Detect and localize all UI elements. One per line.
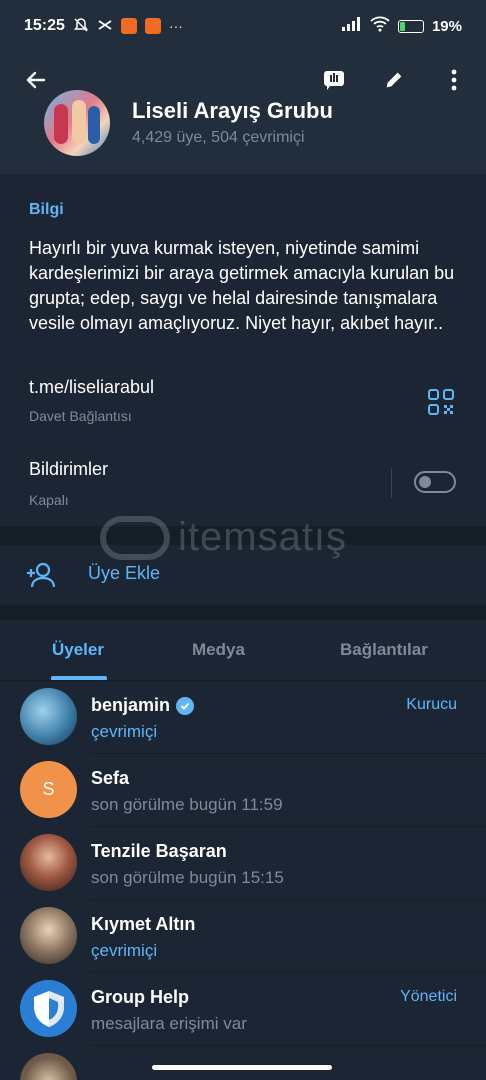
member-name: Group Help bbox=[91, 987, 189, 1007]
tab-members[interactable]: Üyeler bbox=[52, 640, 104, 660]
add-user-icon bbox=[27, 562, 56, 588]
watermark-text: itemsatış bbox=[178, 515, 348, 559]
more-notifications-icon: ··· bbox=[168, 18, 183, 34]
signal-icon bbox=[341, 17, 362, 35]
voice-chat-button[interactable] bbox=[316, 62, 352, 98]
tab-media[interactable]: Medya bbox=[192, 640, 245, 660]
member-name: Sefa bbox=[91, 768, 130, 788]
avatar bbox=[20, 688, 77, 745]
battery-percent: 19% bbox=[431, 17, 462, 35]
avatar bbox=[20, 834, 77, 891]
more-menu-button[interactable] bbox=[436, 62, 472, 98]
status-time: 15:25 bbox=[24, 17, 65, 34]
group-avatar[interactable] bbox=[44, 90, 110, 156]
invite-link-label: Davet Bağlantısı bbox=[29, 408, 132, 424]
verified-badge-icon bbox=[176, 696, 195, 715]
capcut-icon bbox=[97, 17, 113, 36]
member-list: benjamin çevrimiçi Kurucu S Sefa son gör… bbox=[0, 681, 486, 1080]
qr-code-icon bbox=[428, 389, 454, 415]
member-row[interactable]: Tenzile Başaran son görülme bugün 15:15 bbox=[0, 827, 486, 900]
section-divider bbox=[0, 605, 486, 620]
member-role-badge: Kurucu bbox=[406, 696, 457, 713]
watermark-logo-icon bbox=[100, 515, 170, 560]
more-vertical-icon bbox=[451, 69, 457, 91]
tab-bar: Üyeler Medya Bağlantılar bbox=[0, 620, 486, 680]
notifications-label[interactable]: Bildirimler bbox=[29, 459, 108, 480]
add-member-label: Üye Ekle bbox=[88, 563, 161, 583]
member-row[interactable]: Group Help mesajlara erişimi var Yönetic… bbox=[0, 973, 486, 1046]
pencil-icon bbox=[386, 72, 402, 88]
avatar bbox=[20, 907, 77, 964]
mute-bell-icon bbox=[73, 17, 89, 36]
watermark: itemsatış bbox=[100, 515, 347, 560]
member-row[interactable] bbox=[0, 1046, 486, 1080]
member-name: benjamin bbox=[91, 695, 171, 715]
info-section-label: Bilgi bbox=[29, 201, 64, 218]
notifications-status: Kapalı bbox=[29, 492, 69, 508]
member-status: mesajlara erişimi var bbox=[91, 1014, 247, 1033]
group-title: Liseli Arayış Grubu bbox=[132, 98, 333, 123]
member-status: son görülme bugün 15:15 bbox=[91, 868, 284, 887]
tab-links[interactable]: Bağlantılar bbox=[340, 640, 428, 660]
home-indicator[interactable] bbox=[152, 1065, 332, 1070]
member-status: çevrimiçi bbox=[91, 722, 158, 741]
member-row[interactable]: Kıymet Altın çevrimiçi bbox=[0, 900, 486, 973]
shopping-app-icon bbox=[144, 18, 161, 34]
avatar bbox=[20, 1053, 77, 1080]
info-section: Bilgi Hayırlı bir yuva kurmak isteyen, n… bbox=[0, 174, 486, 526]
member-row[interactable]: S Sefa son görülme bugün 11:59 bbox=[0, 754, 486, 827]
status-bar: 15:25 ··· 19% bbox=[0, 0, 486, 52]
edit-button[interactable] bbox=[376, 62, 412, 98]
shopping-app-icon bbox=[120, 18, 137, 34]
chat-info-header: Liseli Arayış Grubu 4,429 üye, 504 çevri… bbox=[0, 52, 486, 174]
member-role-badge: Yönetici bbox=[400, 988, 457, 1005]
avatar bbox=[20, 980, 77, 1037]
arrow-left-icon bbox=[26, 71, 46, 89]
group-description: Hayırlı bir yuva kurmak isteyen, niyetin… bbox=[29, 238, 455, 333]
wifi-icon bbox=[370, 16, 390, 36]
member-row[interactable]: benjamin çevrimiçi Kurucu bbox=[0, 681, 486, 754]
member-status: çevrimiçi bbox=[91, 941, 158, 960]
group-member-count: 4,429 üye, 504 çevrimiçi bbox=[132, 129, 305, 146]
divider bbox=[391, 468, 392, 498]
member-name: Tenzile Başaran bbox=[91, 841, 227, 861]
qr-code-button[interactable] bbox=[428, 389, 454, 415]
member-name: Kıymet Altın bbox=[91, 914, 196, 934]
shield-icon bbox=[33, 990, 64, 1027]
back-button[interactable] bbox=[20, 64, 52, 96]
avatar: S bbox=[20, 761, 77, 818]
live-stream-icon bbox=[324, 71, 344, 90]
notifications-toggle[interactable] bbox=[414, 471, 456, 493]
battery-icon bbox=[397, 19, 424, 33]
invite-link[interactable]: t.me/liseliarabul bbox=[29, 377, 154, 398]
member-status: son görülme bugün 11:59 bbox=[91, 795, 283, 814]
